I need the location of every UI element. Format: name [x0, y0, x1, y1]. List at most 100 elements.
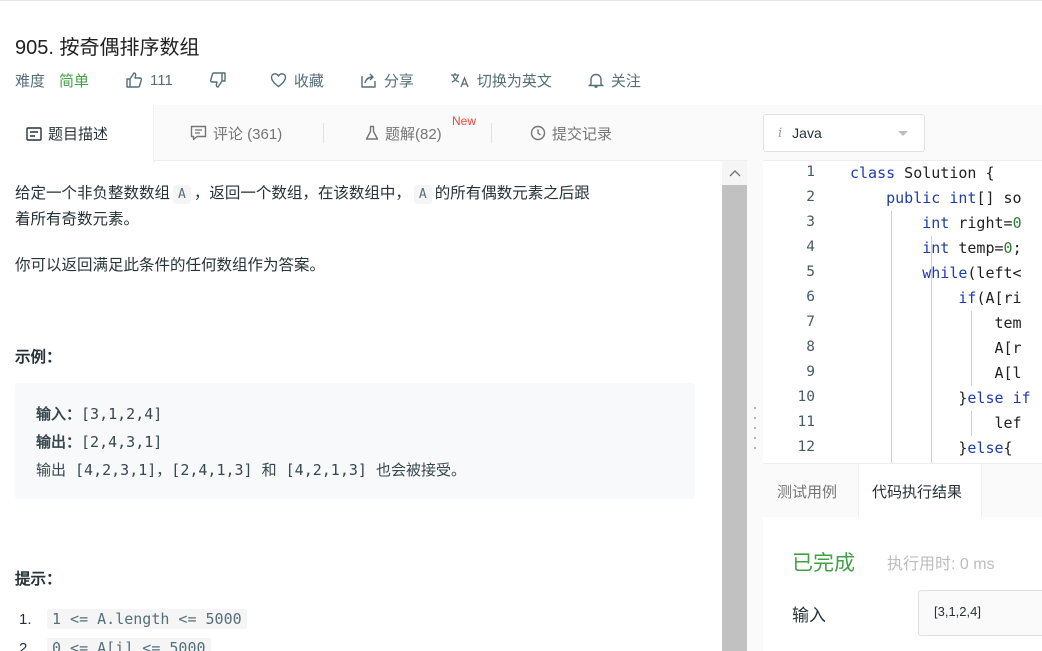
code-line: 3 int right=0 [763, 211, 1042, 236]
translate-icon [450, 72, 470, 88]
code-text: }else if [850, 389, 1031, 407]
code-text: if(A[ri [958, 289, 1022, 307]
code-text: tem [850, 314, 1022, 332]
line-number: 3 [806, 214, 815, 230]
drag-handle-icon [754, 447, 756, 449]
left-tab-bar: 题目描述 评论 (361) 题解(82) New 提交记录 [0, 105, 747, 162]
share-label: 分享 [383, 72, 414, 90]
hint-heading: 提示： [15, 571, 62, 588]
code-text: int temp=0; [922, 239, 1022, 257]
tab-solutions-label: 题解(82) [385, 125, 442, 143]
code-text: A[r [850, 339, 1022, 357]
tab-submissions-label: 提交记录 [552, 125, 613, 143]
tab-comments[interactable]: 评论 (361) [190, 105, 282, 161]
example-heading: 示例： [15, 349, 62, 366]
language-select[interactable]: i Java [763, 114, 925, 152]
description-paragraph-cont: 着所有奇数元素。 [15, 211, 140, 228]
share-button[interactable]: 分享 [360, 70, 414, 91]
inline-code: A [173, 185, 191, 204]
line-number: 4 [806, 239, 815, 255]
runtime-text: 执行用时: 0 ms [887, 556, 995, 573]
drag-handle-icon [754, 417, 756, 419]
clock-icon [530, 125, 546, 141]
scroll-up-button[interactable] [722, 161, 747, 185]
difficulty: 难度 简单 [15, 70, 89, 91]
heart-icon [270, 72, 287, 88]
example-note: 输出 [4,2,3,1]，[2,4,1,3] 和 [4,2,1,3] 也会被接受… [36, 461, 466, 479]
code-line: 10 }else if [763, 386, 1042, 411]
hint-code: 0 <= A[i] <= 5000 [47, 638, 211, 651]
tab-testcase[interactable]: 测试用例 [777, 464, 837, 518]
description-paragraph-2: 你可以返回满足此条件的任何数组作为答案。 [15, 257, 326, 274]
inline-code: A [413, 185, 432, 204]
code-line: 7 tem [763, 311, 1042, 336]
line-number: 9 [806, 364, 815, 380]
hint-code: 1 <= A.length <= 5000 [47, 609, 247, 629]
dislike-button[interactable] [209, 71, 234, 89]
line-number: 12 [797, 439, 815, 455]
hint-item: 2. 0 <= A[i] <= 5000 [19, 638, 211, 651]
language-value: Java [792, 125, 822, 141]
input-label: 输入 [792, 606, 826, 625]
editor-toolbar: i Java [763, 105, 1042, 161]
code-text: A[l [850, 364, 1022, 382]
info-icon: i [778, 125, 783, 141]
caret-down-icon [898, 131, 908, 136]
code-text: class Solution { [850, 164, 995, 182]
problem-description: 给定一个非负整数数组 A ，返回一个数组，在该数组中， A 的所有偶数元素之后跟 着所有… [0, 161, 722, 651]
switch-language-button[interactable]: 切换为英文 [450, 70, 552, 91]
example-input: 输入：[3,1,2,4] [36, 403, 162, 424]
tab-divider [323, 123, 324, 143]
run-status: 已完成 [792, 552, 855, 575]
hint-number: 2. [19, 639, 32, 651]
thumbs-up-icon [125, 71, 143, 89]
code-line: 9 A[l [763, 361, 1042, 386]
example-block: 输入：[3,1,2,4] 输出：[2,4,3,1] 输出 [4,2,3,1]，[… [15, 383, 695, 499]
pane-splitter[interactable] [747, 105, 763, 651]
thumbs-down-icon [209, 71, 227, 89]
tab-submissions[interactable]: 提交记录 [530, 105, 612, 161]
difficulty-value: 简单 [59, 72, 90, 90]
switch-language-label: 切换为英文 [476, 72, 552, 90]
tab-run-result[interactable]: 代码执行结果 [858, 464, 982, 519]
share-icon [360, 72, 377, 89]
code-text: lef [850, 414, 1022, 432]
code-line: 4 int temp=0; [763, 236, 1042, 261]
problem-meta-bar: 难度 简单 111 收藏 分享 切换为英文 关注 [15, 68, 677, 92]
follow-label: 关注 [610, 72, 641, 90]
bell-icon [587, 72, 604, 89]
like-count: 111 [150, 71, 173, 89]
problem-header: 905. 按奇偶排序数组 难度 简单 111 收藏 分享 切换为英文 关注 [0, 0, 1042, 105]
example-input-label: 输入： [36, 405, 82, 423]
text: ，返回一个数组，在该数组中， [193, 185, 411, 202]
line-number: 8 [806, 339, 815, 355]
scrollbar-thumb[interactable] [722, 185, 747, 651]
tab-description[interactable]: 题目描述 [0, 105, 154, 162]
drag-handle-icon [754, 407, 756, 409]
code-editor[interactable]: 1 class Solution { 2 public int[] so 3 in… [763, 161, 1042, 463]
drag-handle-icon [754, 427, 756, 429]
text: 给定一个非负整数数组 [15, 185, 171, 202]
run-result-panel: 已完成 执行用时: 0 ms 输入 [3,1,2,4] [763, 517, 1042, 651]
problem-title: 905. 按奇偶排序数组 [15, 37, 200, 59]
tab-comments-label: 评论 (361) [213, 125, 283, 143]
new-badge: New [452, 114, 477, 128]
favorite-button[interactable]: 收藏 [270, 70, 324, 91]
line-number: 6 [806, 289, 815, 305]
code-text: }else{ [850, 439, 1013, 457]
line-number: 7 [806, 314, 815, 330]
code-text: public int[] so [886, 189, 1022, 207]
line-number: 11 [797, 414, 815, 430]
comment-icon [190, 125, 207, 141]
difficulty-label: 难度 [15, 72, 46, 90]
follow-button[interactable]: 关注 [587, 70, 641, 91]
code-text: while(left< [922, 264, 1022, 282]
console-tab-bar: 测试用例 代码执行结果 [763, 463, 1042, 519]
tab-run-result-label: 代码执行结果 [872, 484, 963, 501]
description-scrollbar[interactable] [722, 161, 747, 651]
text: 的所有偶数元素之后跟 [434, 185, 590, 202]
input-value-box: [3,1,2,4] [918, 590, 1042, 636]
tab-solutions[interactable]: 题解(82) [365, 105, 442, 161]
like-button[interactable]: 111 [125, 71, 173, 89]
description-paragraph: 给定一个非负整数数组 A ，返回一个数组，在该数组中， A 的所有偶数元素之后跟 [15, 181, 590, 208]
